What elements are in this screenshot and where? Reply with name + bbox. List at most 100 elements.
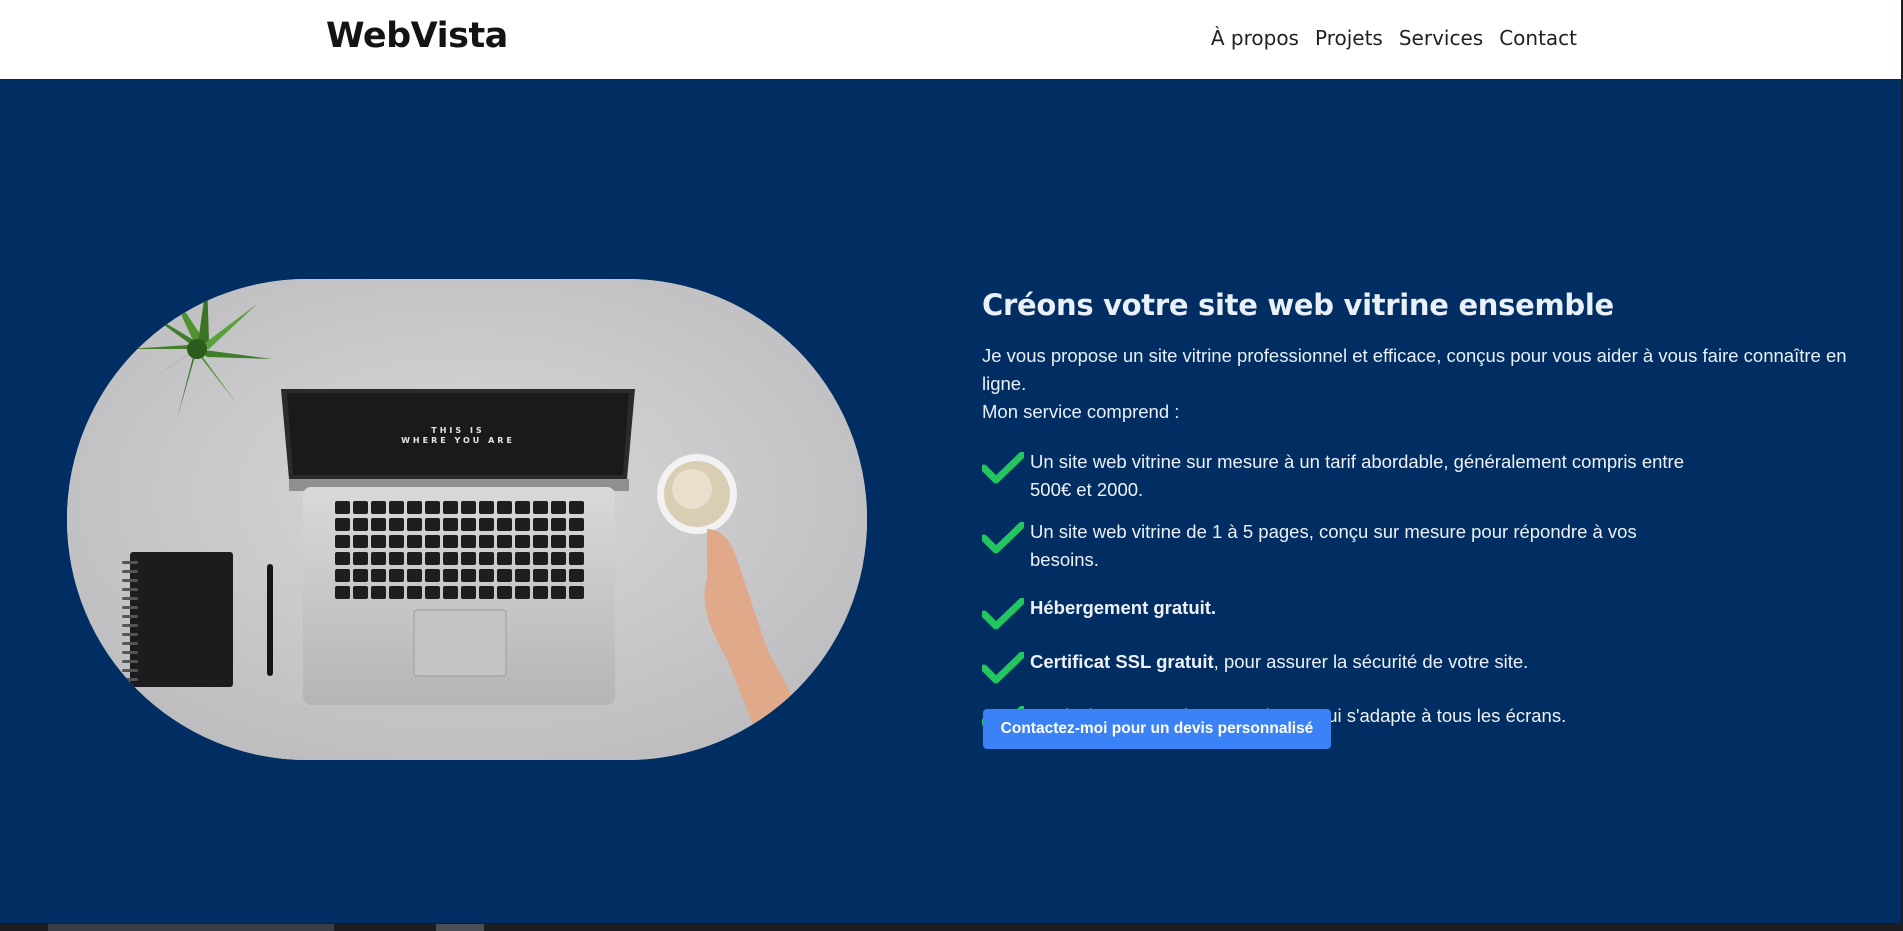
notebook-spiral-ring [122,561,138,564]
intro-line-1: Je vous propose un site vitrine professi… [982,345,1847,394]
desk-illustration: THIS IS WHERE YOU ARE [67,279,867,760]
keyboard-key [479,535,494,548]
keyboard-key [569,552,584,565]
keyboard-key [425,569,440,582]
keyboard-key [551,518,566,531]
keyboard-key [389,552,404,565]
nav-menu: À propos Projets Services Contact [1211,26,1577,50]
keyboard-key [425,586,440,599]
laptop: THIS IS WHERE YOU ARE [281,389,635,705]
laptop-screen-text-1: THIS IS [431,426,484,435]
list-item: Un site web vitrine de 1 à 5 pages, conç… [982,518,1882,574]
nav-link-projets[interactable]: Projets [1315,26,1383,50]
notebook-spiral-ring [122,660,138,663]
feature-bold: Hébergement gratuit. [1030,597,1217,618]
hero-image: THIS IS WHERE YOU ARE [67,279,867,760]
feature-rest: , pour assurer la sécurité de votre site… [1213,651,1529,672]
notebook-spiral-ring [122,642,138,645]
brand-logo[interactable]: WebVista [326,16,508,56]
keyboard-key [461,552,476,565]
keyboard-key [335,569,350,582]
notebook-spiral-ring [122,624,138,627]
keyboard-key [497,586,512,599]
keyboard-key [425,552,440,565]
keyboard-key [497,501,512,514]
keyboard-key [353,569,368,582]
keyboard-key [479,518,494,531]
notebook-spiral-ring [122,669,138,672]
keyboard-key [569,501,584,514]
keyboard-key [425,535,440,548]
navbar: WebVista À propos Projets Services Conta… [0,0,1903,79]
keyboard-key [461,586,476,599]
check-icon [982,598,1024,630]
keyboard-key [461,501,476,514]
keyboard-key [533,586,548,599]
keyboard-key [533,552,548,565]
keyboard-key [443,569,458,582]
keyboard-key [515,552,530,565]
notebook-spiral-ring [122,588,138,591]
keyboard-key [371,518,386,531]
notebook-spiral-ring [122,597,138,600]
keyboard-key [479,501,494,514]
keyboard-key [407,535,422,548]
check-icon [982,652,1024,684]
keyboard-key [497,535,512,548]
nav-link-services[interactable]: Services [1399,26,1483,50]
keyboard-key [479,569,494,582]
notebook-spiral-ring [122,606,138,609]
keyboard-key [407,552,422,565]
keyboard-key [551,569,566,582]
list-item: Certificat SSL gratuit, pour assurer la … [982,648,1882,684]
keyboard-key [407,569,422,582]
keyboard-key [551,501,566,514]
keyboard-key [569,535,584,548]
keyboard-key [389,518,404,531]
feature-list: Un site web vitrine sur mesure à un tari… [982,448,1882,738]
keyboard-key [515,586,530,599]
keyboard-key [569,518,584,531]
keyboard-key [551,586,566,599]
keyboard-key [515,518,530,531]
keyboard-key [353,501,368,514]
feature-bold: Certificat SSL gratuit [1030,651,1214,672]
feature-text: Un site web vitrine de 1 à 5 pages, conç… [1030,521,1637,570]
nav-link-a-propos[interactable]: À propos [1211,26,1299,50]
keyboard-key [461,569,476,582]
keyboard-key [461,518,476,531]
keyboard-key [389,501,404,514]
keyboard-key [407,501,422,514]
keyboard-key [461,535,476,548]
keyboard-key [443,501,458,514]
notebook-spiral-ring [122,615,138,618]
keyboard-key [335,586,350,599]
notebook-spiral-ring [122,633,138,636]
contact-quote-button[interactable]: Contactez-moi pour un devis personnalisé [983,709,1331,749]
keyboard-key [353,586,368,599]
keyboard-key [443,586,458,599]
keyboard-key [551,552,566,565]
nav-link-contact[interactable]: Contact [1499,26,1577,50]
keyboard-key [551,535,566,548]
keyboard-key [497,552,512,565]
keyboard-key [569,586,584,599]
scrollbar-segment[interactable] [436,924,484,931]
keyboard-key [371,569,386,582]
notebook-spiral-ring [122,651,138,654]
keyboard-key [389,586,404,599]
laptop-screen-text-2: WHERE YOU ARE [401,436,515,445]
keyboard-key [335,518,350,531]
notebook-spiral-ring [122,570,138,573]
scrollbar-thumb[interactable] [48,924,334,931]
check-icon [982,452,1024,484]
keyboard-key [371,535,386,548]
keyboard-key [389,535,404,548]
keyboard-key [497,518,512,531]
keyboard-key [425,501,440,514]
feature-text: Un site web vitrine sur mesure à un tari… [1030,451,1684,500]
keyboard-key [371,586,386,599]
keyboard-key [371,552,386,565]
feature-text: Hébergement gratuit. [1030,594,1216,622]
keyboard-key [443,552,458,565]
